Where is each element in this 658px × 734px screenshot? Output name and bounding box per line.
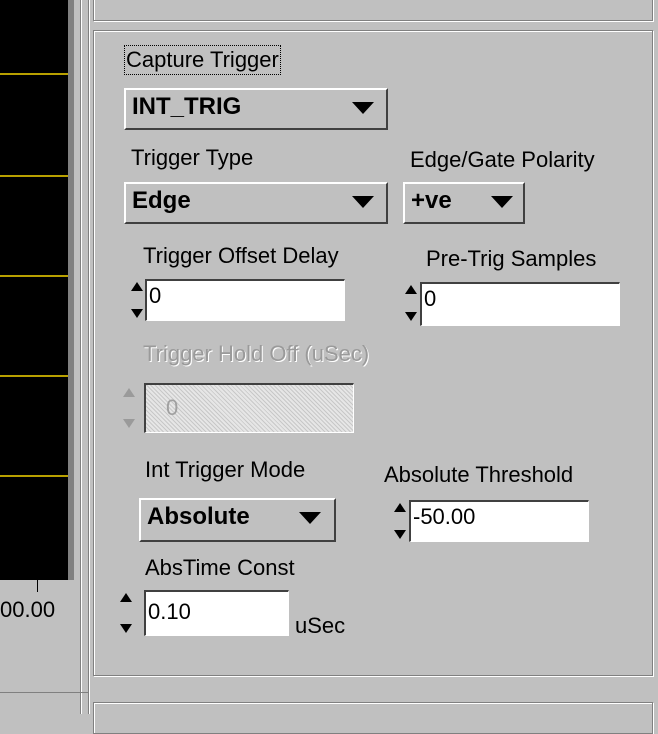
capture-trigger-value: INT_TRIG <box>132 93 242 120</box>
grid-tick <box>0 475 68 477</box>
trigger-hold-off-spinner <box>122 385 136 431</box>
increment-arrow-icon[interactable] <box>405 285 417 294</box>
increment-arrow-icon <box>123 388 135 397</box>
pre-trig-samples-spinner[interactable] <box>404 282 418 324</box>
capture-trigger-dropdown[interactable]: INT_TRIG <box>124 88 388 130</box>
trigger-offset-delay-spinner[interactable] <box>130 279 144 321</box>
trigger-offset-delay-input[interactable]: 0 <box>145 279 345 321</box>
grid-tick <box>0 375 68 377</box>
lower-panel <box>93 702 653 734</box>
increment-arrow-icon[interactable] <box>120 593 132 602</box>
int-trigger-mode-label: Int Trigger Mode <box>145 457 306 482</box>
trigger-hold-off-label: Trigger Hold Off (uSec) <box>143 341 370 366</box>
upper-panel <box>93 0 653 21</box>
chevron-down-icon <box>491 196 513 208</box>
abs-time-const-input[interactable]: 0.10 <box>144 590 289 636</box>
chevron-down-icon <box>299 512 321 524</box>
trigger-hold-off-input: 0 <box>144 383 354 433</box>
x-axis-label: 00.00 <box>0 597 56 622</box>
decrement-arrow-icon[interactable] <box>394 530 406 539</box>
increment-arrow-icon[interactable] <box>131 282 143 291</box>
pre-trig-samples-label: Pre-Trig Samples <box>426 246 597 271</box>
grid-tick <box>0 175 68 177</box>
chevron-down-icon <box>352 102 374 114</box>
separator <box>89 0 90 714</box>
decrement-arrow-icon[interactable] <box>131 309 143 318</box>
grid-tick <box>0 275 68 277</box>
grid-tick <box>0 73 68 75</box>
pre-trig-samples-input[interactable]: 0 <box>420 282 620 326</box>
trigger-type-value: Edge <box>132 187 191 214</box>
decrement-arrow-icon <box>123 419 135 428</box>
decrement-arrow-icon[interactable] <box>120 624 132 633</box>
edge-gate-polarity-label: Edge/Gate Polarity <box>410 147 595 172</box>
increment-arrow-icon[interactable] <box>394 503 406 512</box>
absolute-threshold-label: Absolute Threshold <box>384 462 574 487</box>
separator <box>0 692 88 693</box>
x-axis-tick <box>37 580 38 592</box>
decrement-arrow-icon[interactable] <box>405 312 417 321</box>
int-trigger-mode-value: Absolute <box>147 503 250 530</box>
polarity-value: +ve <box>411 187 452 214</box>
abs-time-const-unit: uSec <box>295 613 346 638</box>
polarity-dropdown[interactable]: +ve <box>403 182 525 224</box>
capture-trigger-label: Capture Trigger <box>124 45 281 75</box>
separator <box>81 0 82 714</box>
absolute-threshold-input[interactable]: -50.00 <box>409 500 589 542</box>
trigger-offset-delay-label: Trigger Offset Delay <box>143 243 339 268</box>
trigger-type-dropdown[interactable]: Edge <box>124 182 388 224</box>
abs-time-const-spinner[interactable] <box>119 590 133 636</box>
absolute-threshold-spinner[interactable] <box>393 500 407 542</box>
int-trigger-mode-dropdown[interactable]: Absolute <box>139 498 336 542</box>
abs-time-const-label: AbsTime Const <box>145 555 295 580</box>
chevron-down-icon <box>352 196 374 208</box>
trigger-type-label: Trigger Type <box>131 145 254 170</box>
